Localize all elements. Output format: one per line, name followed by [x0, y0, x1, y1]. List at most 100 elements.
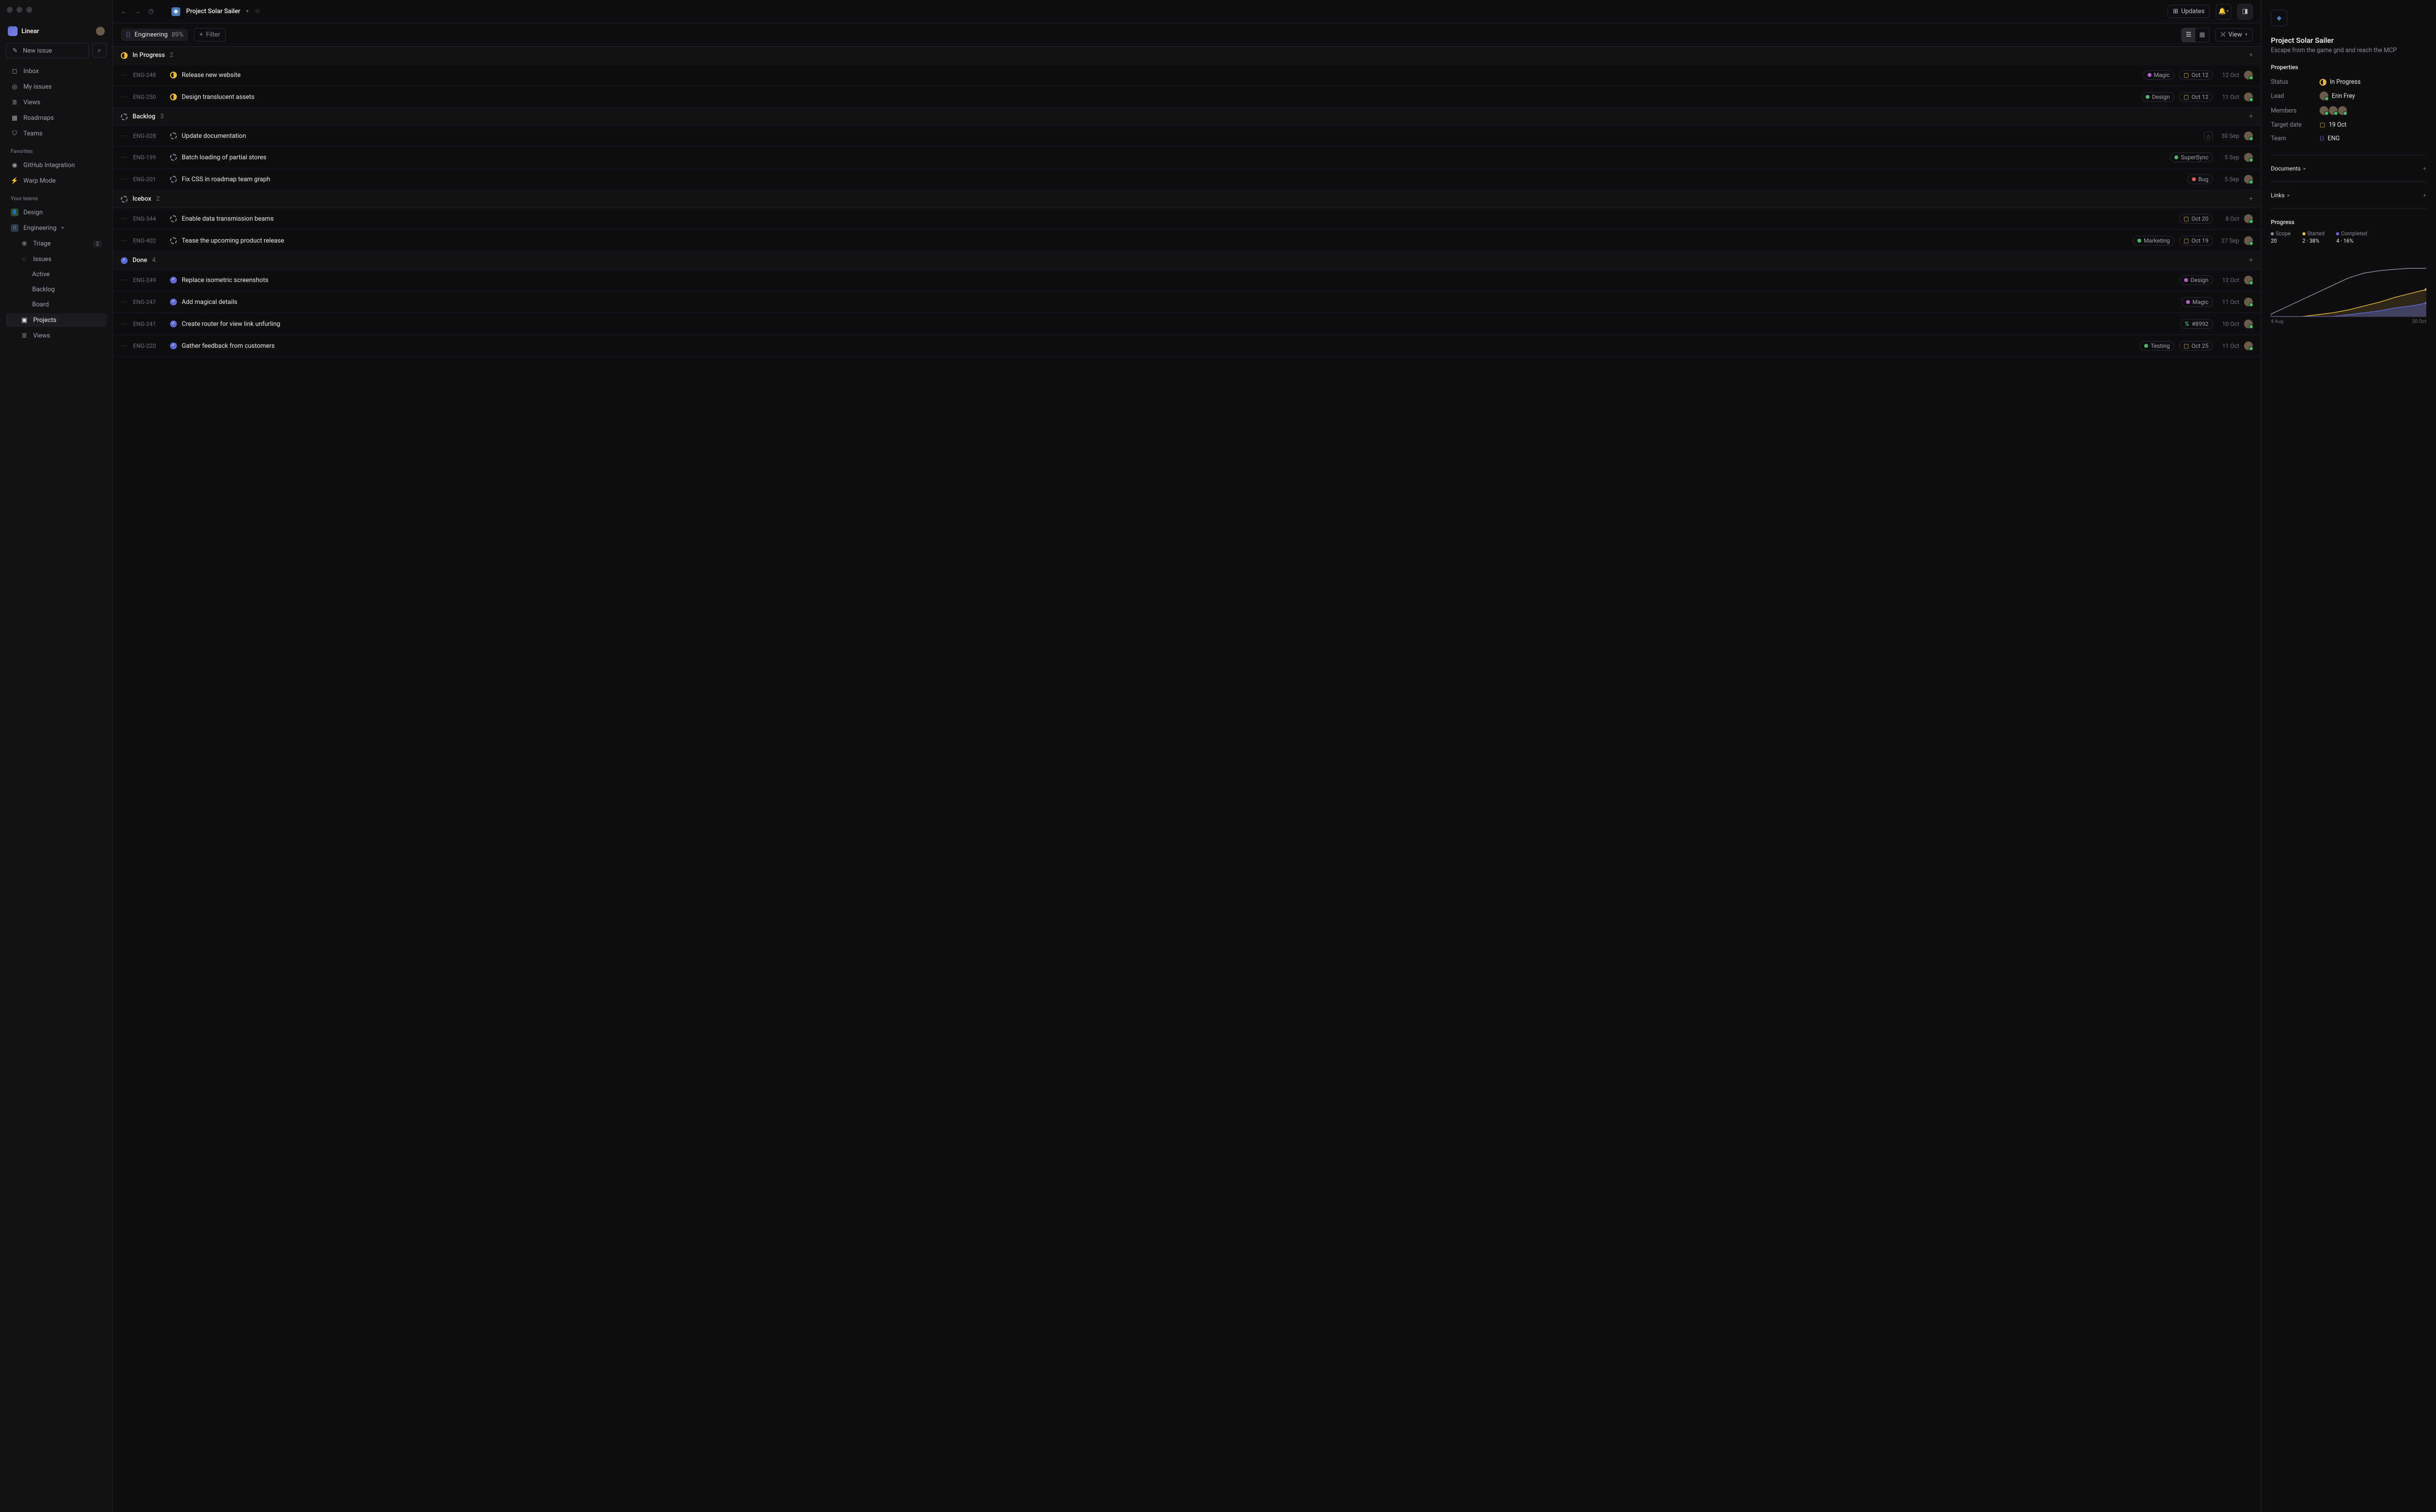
group-header[interactable]: Backlog3+: [113, 108, 2261, 126]
status-icon[interactable]: [170, 132, 177, 139]
view-options-button[interactable]: ⛌View▾: [2215, 28, 2253, 41]
nav-issues[interactable]: ◌Issues: [6, 252, 107, 266]
workspace-name[interactable]: Linear: [21, 28, 39, 35]
new-issue-button[interactable]: ✎ New issue: [6, 43, 89, 58]
prop-lead[interactable]: LeadErin Frey: [2271, 89, 2426, 103]
assignee-avatar[interactable]: [2244, 93, 2253, 101]
add-link-button[interactable]: +: [2423, 192, 2426, 199]
nav-teams[interactable]: ⛉Teams: [6, 127, 107, 140]
add-filter-button[interactable]: +Filter: [194, 28, 225, 41]
target-date[interactable]: ▢Oct 12: [2179, 92, 2213, 102]
documents-section[interactable]: Documents▸+: [2271, 165, 2426, 172]
issue-row[interactable]: ⋯ENG-220Gather feedback from customersTe…: [113, 335, 2261, 357]
priority-icon[interactable]: △: [2204, 132, 2213, 140]
nav-projects[interactable]: ▣Projects: [6, 313, 107, 327]
status-icon[interactable]: [170, 321, 177, 327]
prop-team[interactable]: Team⟨⟩ENG: [2271, 132, 2426, 145]
assignee-avatar[interactable]: [2244, 214, 2253, 223]
issue-row[interactable]: ⋯ENG-241Create router for view link unfu…: [113, 313, 2261, 335]
assignee-avatar[interactable]: [2244, 71, 2253, 79]
list-view-button[interactable]: ☰: [2182, 28, 2195, 42]
more-icon[interactable]: ⋯: [121, 93, 128, 101]
add-issue-button[interactable]: +: [2249, 113, 2253, 120]
team-engineering[interactable]: ⟨⟩Engineering▾: [6, 221, 107, 235]
more-icon[interactable]: ⋯: [121, 215, 128, 223]
more-icon[interactable]: ⋯: [121, 276, 128, 284]
nav-active[interactable]: Active: [6, 268, 107, 281]
more-icon[interactable]: ⋯: [121, 175, 128, 183]
links-section[interactable]: Links▸+: [2271, 192, 2426, 199]
add-document-button[interactable]: +: [2423, 165, 2426, 172]
forward-button[interactable]: →: [134, 8, 142, 16]
toggle-panel-button[interactable]: ◨: [2237, 4, 2253, 19]
target-date[interactable]: ▢Oct 12: [2179, 70, 2213, 80]
group-header[interactable]: Done4+: [113, 252, 2261, 269]
issue-row[interactable]: ⋯ENG-247Add magical detailsMagic11 Oct: [113, 291, 2261, 313]
issue-label[interactable]: SuperSync: [2170, 152, 2213, 162]
nav-my-issues[interactable]: ◎My issues: [6, 80, 107, 94]
nav-triage[interactable]: ⊕Triage2: [6, 237, 107, 250]
more-icon[interactable]: ⋯: [121, 237, 128, 245]
issue-row[interactable]: ⋯ENG-344Enable data transmission beams▢O…: [113, 208, 2261, 230]
nav-backlog[interactable]: Backlog: [6, 283, 107, 296]
chevron-down-icon[interactable]: ▾: [246, 9, 248, 14]
status-icon[interactable]: [170, 154, 177, 161]
issue-row[interactable]: ⋯ENG-250Design translucent assetsDesign▢…: [113, 86, 2261, 108]
more-icon[interactable]: ⋯: [121, 342, 128, 350]
nav-board[interactable]: Board: [6, 298, 107, 311]
assignee-avatar[interactable]: [2244, 153, 2253, 162]
star-button[interactable]: ☆: [254, 8, 260, 15]
add-issue-button[interactable]: +: [2249, 195, 2253, 203]
status-icon[interactable]: [170, 215, 177, 222]
issue-row[interactable]: ⋯ENG-402Tease the upcoming product relea…: [113, 230, 2261, 252]
team-filter-pill[interactable]: ⟨⟩ Engineering 89%: [121, 29, 188, 41]
prop-target-date[interactable]: Target date▢19 Oct: [2271, 118, 2426, 132]
search-button[interactable]: ⌕: [92, 43, 107, 57]
fav-warp[interactable]: ⚡Warp Mode: [6, 174, 107, 188]
user-avatar[interactable]: [96, 27, 105, 36]
status-icon[interactable]: [170, 342, 177, 349]
issue-label[interactable]: Magic: [2143, 70, 2174, 80]
assignee-avatar[interactable]: [2244, 298, 2253, 306]
nav-views-team[interactable]: ≣Views: [6, 329, 107, 342]
issue-row[interactable]: ⋯ENG-028Update documentation△30 Sep: [113, 126, 2261, 147]
issue-label[interactable]: Design: [2141, 92, 2174, 102]
issue-label[interactable]: Magic: [2182, 297, 2213, 307]
issue-label[interactable]: Marketing: [2133, 236, 2174, 246]
status-icon[interactable]: [170, 277, 177, 284]
issue-label[interactable]: Testing: [2140, 341, 2174, 351]
assignee-avatar[interactable]: [2244, 341, 2253, 350]
nav-views[interactable]: ≣Views: [6, 95, 107, 109]
board-view-button[interactable]: ▦: [2195, 28, 2209, 42]
workspace-logo[interactable]: [8, 26, 18, 36]
more-icon[interactable]: ⋯: [121, 320, 128, 328]
more-icon[interactable]: ⋯: [121, 298, 128, 306]
status-icon[interactable]: [170, 299, 177, 305]
fav-github[interactable]: ◉GitHub Integration: [6, 158, 107, 172]
status-icon[interactable]: [170, 176, 177, 183]
group-header[interactable]: Icebox2+: [113, 190, 2261, 208]
history-button[interactable]: ◷: [148, 8, 156, 16]
project-title[interactable]: Project Solar Sailer: [186, 8, 240, 15]
more-icon[interactable]: ⋯: [121, 153, 128, 161]
add-issue-button[interactable]: +: [2249, 52, 2253, 59]
issue-label[interactable]: Design: [2180, 275, 2213, 285]
notifications-button[interactable]: 🔔▾: [2216, 4, 2231, 19]
assignee-avatar[interactable]: [2244, 175, 2253, 184]
issue-row[interactable]: ⋯ENG-201Fix CSS in roadmap team graphBug…: [113, 169, 2261, 190]
target-date[interactable]: ▢Oct 25: [2179, 341, 2213, 351]
assignee-avatar[interactable]: [2244, 236, 2253, 245]
back-button[interactable]: ←: [121, 8, 129, 16]
target-date[interactable]: ▢Oct 20: [2179, 214, 2213, 224]
issue-label[interactable]: Bug: [2188, 174, 2213, 184]
updates-button[interactable]: ⊞Updates: [2168, 5, 2210, 18]
issue-row[interactable]: ⋯ENG-249Replace isometric screenshotsDes…: [113, 269, 2261, 291]
status-icon[interactable]: [170, 237, 177, 244]
issue-row[interactable]: ⋯ENG-199Batch loading of partial storesS…: [113, 147, 2261, 169]
add-issue-button[interactable]: +: [2249, 257, 2253, 264]
more-icon[interactable]: ⋯: [121, 71, 128, 79]
group-header[interactable]: In Progress2+: [113, 47, 2261, 64]
assignee-avatar[interactable]: [2244, 320, 2253, 328]
status-icon[interactable]: [170, 72, 177, 78]
more-icon[interactable]: ⋯: [121, 132, 128, 140]
